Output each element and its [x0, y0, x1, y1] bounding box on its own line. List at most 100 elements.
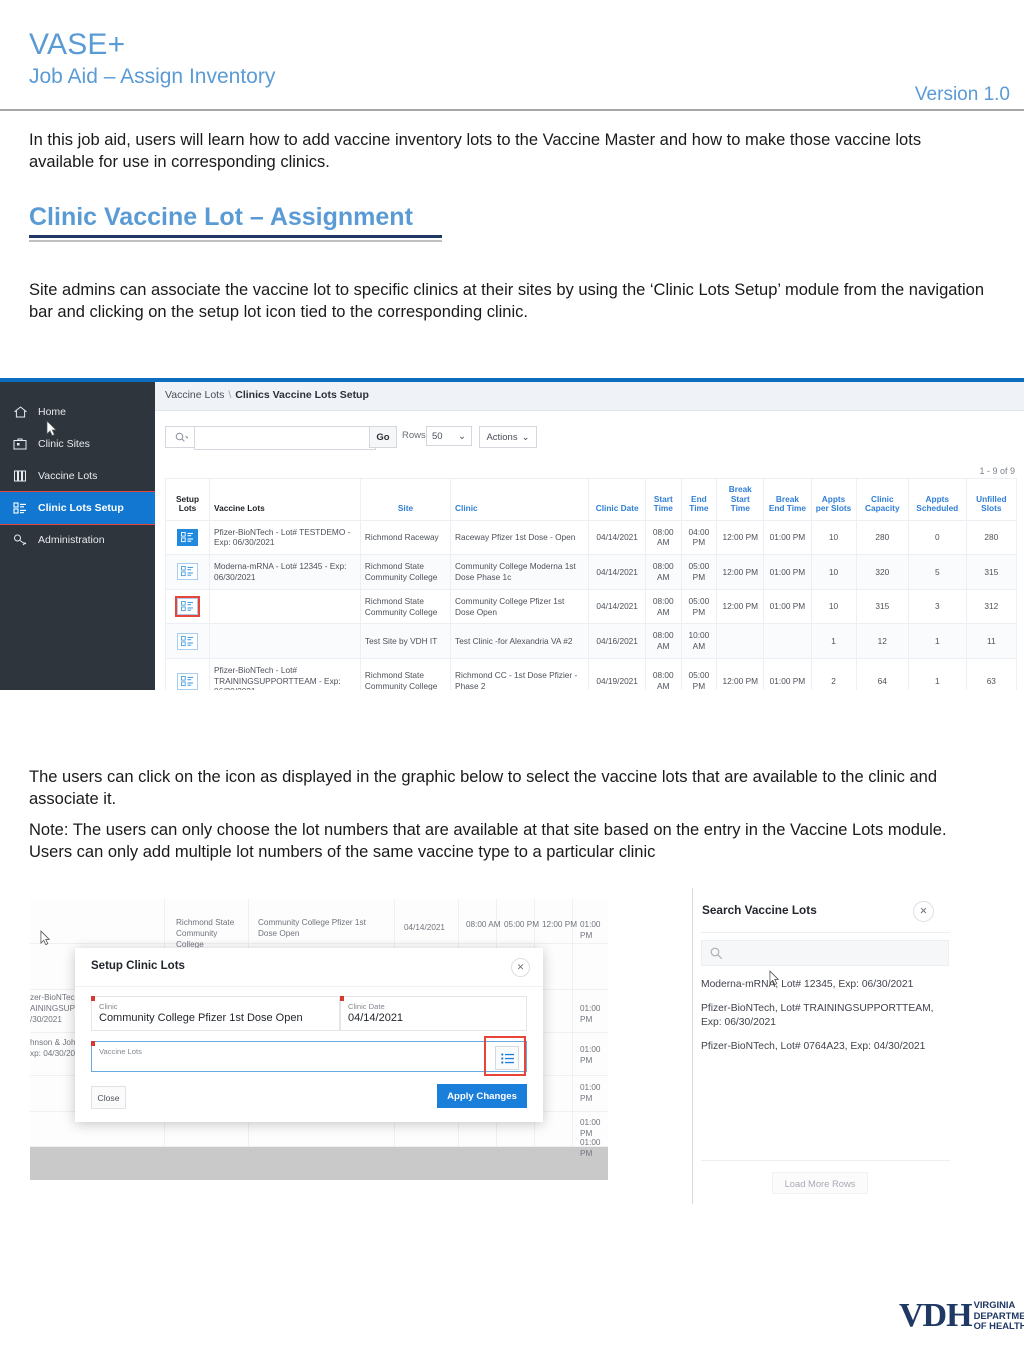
site-cell: Richmond State Community College — [359, 554, 452, 590]
note-paragraph: Note: The users can only choose the lot … — [29, 821, 947, 861]
setup-lots-cell[interactable] — [164, 554, 211, 590]
end-time-cell: 05:00 PM — [680, 554, 718, 590]
clinic-date-field[interactable]: Clinic Date 04/14/2021 — [340, 996, 527, 1031]
break-start-time-cell — [716, 623, 765, 659]
column-header-clinic-capacity[interactable]: Clinic Capacity — [855, 478, 909, 521]
table-row[interactable]: Moderna-mRNA - Lot# 12345 - Exp: 06/30/2… — [164, 554, 1018, 590]
sidebar-item-label: Clinic Lots Setup — [38, 502, 124, 514]
vdh-logo-line3: OF HEALTH — [973, 1320, 1024, 1332]
close-button[interactable]: Close — [91, 1086, 126, 1109]
close-icon[interactable]: ✕ — [511, 958, 530, 977]
search-icon-dropdown[interactable] — [165, 426, 196, 448]
screenshot-setup-clinic-lots-modal: Richmond State Community College Communi… — [30, 899, 608, 1180]
load-more-rows-button[interactable]: Load More Rows — [772, 1172, 868, 1194]
end-time-cell: 05:00 PM — [680, 588, 718, 625]
bg-column-divider — [572, 899, 573, 1147]
sidebar-item-administration[interactable]: Administration — [0, 524, 155, 556]
column-header-unfilled-slots[interactable]: Unfilled Slots — [965, 478, 1018, 521]
clinic-field[interactable]: Clinic Community College Pfizer 1st Dose… — [91, 996, 340, 1031]
brand-title: VASE+ — [29, 28, 126, 61]
dialog-title: Setup Clinic Lots — [91, 960, 185, 972]
start-time-cell: 08:00 AM — [644, 588, 682, 625]
setup-lots-cell[interactable] — [164, 657, 211, 690]
column-header-appts-per-slots[interactable]: Appts per Slots — [810, 478, 857, 521]
column-header-appts-scheduled[interactable]: Appts Scheduled — [907, 478, 967, 521]
clinic-date-cell: 04/19/2021 — [588, 657, 646, 690]
table-row[interactable]: Pfizer-BioNTech - Lot# TRAININGSUPPORTTE… — [164, 657, 1018, 690]
clinic-cell: Community College Moderna 1st Dose Phase… — [450, 554, 590, 590]
appts-per-slots-cell: 1 — [810, 623, 857, 659]
vaccine-lots-field[interactable]: Vaccine Lots — [91, 1041, 527, 1072]
breadcrumb-parent[interactable]: Vaccine Lots — [165, 389, 224, 401]
setup-lots-cell[interactable] — [164, 623, 211, 659]
lot-option[interactable]: Pfizer-BioNTech, Lot# TRAININGSUPPORTTEA… — [701, 1002, 947, 1029]
column-header-break-start-time[interactable]: Break Start Time — [716, 478, 765, 521]
setup-lots-cell[interactable] — [164, 519, 211, 556]
bg-break-end: 01:00 PM — [580, 1138, 601, 1159]
bg-break-end: 01:00 PM — [580, 1045, 601, 1066]
rows-select[interactable]: 50 ⌄ — [426, 426, 472, 446]
break-end-time-cell: 01:00 PM — [763, 519, 812, 556]
sidebar-item-label: Vaccine Lots — [38, 470, 98, 482]
bg-lot-fragment: AININGSUPP — [30, 1004, 81, 1013]
column-header-clinic[interactable]: Clinic — [450, 478, 590, 521]
sidebar-item-clinic-sites[interactable]: Clinic Sites — [0, 428, 155, 460]
table-row[interactable]: Pfizer-BioNTech - Lot# TESTDEMO - Exp: 0… — [164, 519, 1018, 556]
clinic-lots-setup-icon — [10, 500, 30, 516]
end-time-cell: 04:00 PM — [680, 519, 718, 556]
break-end-time-cell: 01:00 PM — [763, 588, 812, 625]
column-header-clinic-date[interactable]: Clinic Date — [588, 478, 646, 521]
appts-scheduled-cell: 3 — [907, 588, 967, 625]
vdh-logo-words: VIRGINIA DEPARTMENT OF HEALTH — [974, 1300, 1024, 1332]
vaccine-lots-cell: Pfizer-BioNTech - Lot# TESTDEMO - Exp: 0… — [209, 519, 361, 556]
sidebar-item-label: Clinic Sites — [38, 438, 90, 450]
clinic-cell: Community College Pfizer 1st Dose Open — [450, 588, 590, 625]
chevron-down-icon: ⌄ — [521, 431, 530, 443]
break-start-time-cell: 12:00 PM — [716, 657, 765, 690]
search-input[interactable] — [701, 940, 949, 966]
table-body: Pfizer-BioNTech - Lot# TESTDEMO - Exp: 0… — [164, 519, 1018, 690]
search-icon — [710, 947, 723, 959]
go-button[interactable]: Go — [369, 426, 397, 448]
sidebar-item-vaccine-lots[interactable]: Vaccine Lots — [0, 460, 155, 492]
setup-lots-icon[interactable] — [177, 632, 198, 650]
table-row[interactable]: Richmond State Community College Communit… — [164, 588, 1018, 625]
close-icon[interactable]: ✕ — [913, 901, 934, 922]
section-rule-dark — [29, 235, 442, 238]
table-header-row: Setup Lots Vaccine Lots Site Clinic Clin… — [164, 478, 1018, 521]
vaccine-lots-cell — [209, 588, 361, 625]
setup-lots-icon[interactable] — [177, 672, 198, 690]
setup-lots-icon[interactable] — [177, 528, 198, 546]
bg-start: 08:00 AM — [466, 920, 501, 929]
administration-icon — [10, 532, 30, 548]
vdh-logo-mark: VDH — [899, 1297, 973, 1334]
actions-menu-button[interactable]: Actions ⌄ — [479, 426, 537, 448]
column-header-end-time[interactable]: End Time — [680, 478, 718, 521]
column-header-site[interactable]: Site — [359, 478, 452, 521]
search-input[interactable] — [194, 426, 376, 450]
bg-break-start: 12:00 PM — [542, 920, 578, 929]
rows-label: Rows — [402, 430, 426, 441]
clinic-capacity-cell: 320 — [855, 554, 909, 590]
lot-option[interactable]: Moderna-mRNA, Lot# 12345, Exp: 06/30/202… — [701, 978, 947, 992]
break-end-time-cell: 01:00 PM — [763, 554, 812, 590]
lot-option[interactable]: Pfizer-BioNTech, Lot# 0764A23, Exp: 04/3… — [701, 1040, 947, 1054]
column-header-start-time[interactable]: Start Time — [644, 478, 682, 521]
vaccine-lots-icon — [10, 468, 30, 484]
bg-date: 04/14/2021 — [404, 923, 445, 932]
apply-changes-button[interactable]: Apply Changes — [437, 1084, 527, 1108]
clinic-capacity-cell: 280 — [855, 519, 909, 556]
mouse-cursor-icon — [769, 970, 780, 986]
setup-lots-icon[interactable] — [177, 563, 198, 581]
setup-lots-icon[interactable] — [175, 596, 200, 617]
sidebar-item-clinic-lots-setup[interactable]: Clinic Lots Setup — [0, 491, 156, 525]
vaccine-lots-cell — [209, 623, 361, 659]
search-icon — [175, 432, 188, 442]
click-icon-paragraph: The users can click on the icon as displ… — [29, 768, 938, 808]
vaccine-lots-field-label: Vaccine Lots — [99, 1047, 142, 1056]
sidebar-item-home[interactable]: Home — [0, 396, 155, 428]
setup-lots-cell[interactable] — [164, 588, 211, 625]
column-header-break-end-time[interactable]: Break End Time — [763, 478, 812, 521]
clinic-date-cell: 04/14/2021 — [588, 554, 646, 590]
table-row[interactable]: Test Site by VDH IT Test Clinic -for Alex… — [164, 623, 1018, 659]
